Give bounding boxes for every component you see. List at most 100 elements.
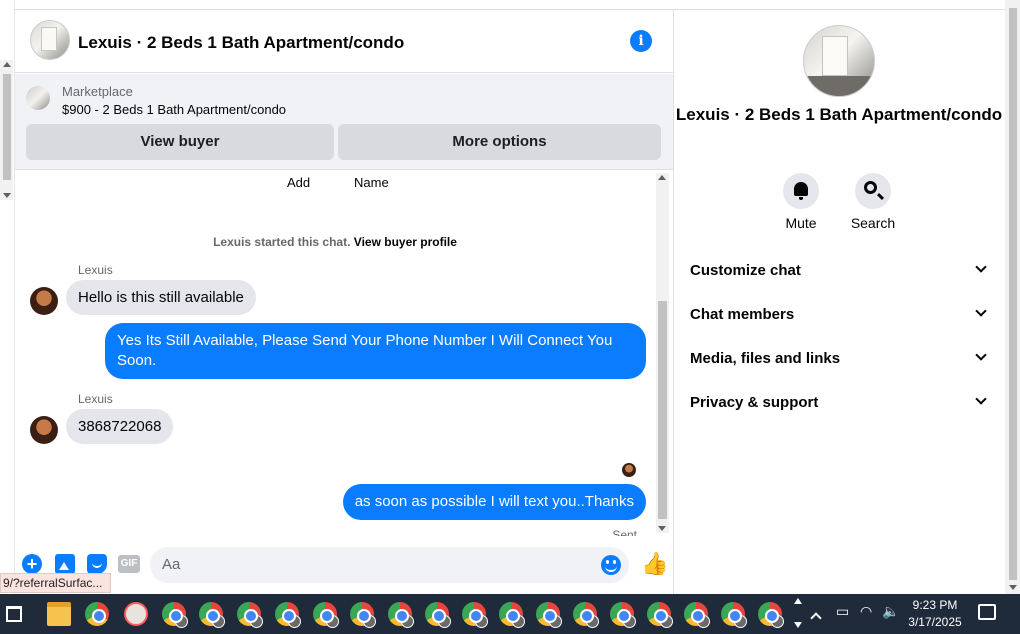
search-action[interactable]: Search (837, 173, 909, 231)
section-customize-chat[interactable]: Customize chat (690, 259, 990, 283)
search-label: Search (850, 215, 896, 231)
message-input[interactable]: Aa (150, 547, 629, 583)
plus-icon[interactable]: + (22, 554, 42, 574)
chrome-profile-icon[interactable] (313, 602, 339, 628)
scroll-down-arrow-icon[interactable] (1009, 585, 1017, 590)
profile-badge-icon (734, 615, 747, 628)
chrome-profile-icon[interactable] (610, 602, 636, 628)
system-clock[interactable]: 9:23 PM 3/17/2025 (900, 597, 970, 631)
profile-badge-icon (363, 615, 376, 628)
scroll-up-arrow-icon[interactable] (658, 175, 666, 180)
profile-badge-icon (288, 615, 301, 628)
chat-started-text: Lexuis started this chat. (213, 235, 351, 249)
profile-badge-icon (175, 615, 188, 628)
profile-badge-icon (549, 615, 562, 628)
view-buyer-profile-link[interactable]: View buyer profile (354, 235, 457, 249)
chrome-profile-icon[interactable] (684, 602, 710, 628)
section-label: Customize chat (690, 262, 801, 279)
mute-button[interactable] (783, 173, 819, 209)
taskbar-scroll-up-icon[interactable] (794, 598, 802, 604)
message-status: Sent (612, 528, 637, 536)
profile-badge-icon (771, 615, 784, 628)
chrome-profile-icon[interactable] (275, 602, 301, 628)
chrome-profile-icon[interactable] (647, 602, 673, 628)
section-label: Privacy & support (690, 394, 819, 411)
chat-title[interactable]: Lexuis · 2 Beds 1 Bath Apartment/condo (78, 33, 404, 53)
mute-action[interactable]: Mute (765, 173, 837, 231)
search-icon (864, 181, 877, 194)
chrome-profile-icon[interactable] (721, 602, 747, 628)
scroll-up-arrow-icon[interactable] (3, 62, 11, 67)
chrome-profile-icon[interactable] (199, 602, 225, 628)
chrome-profile-icon[interactable] (425, 602, 451, 628)
taskbar-scroll-down-icon[interactable] (794, 622, 802, 628)
thread-scrollbar[interactable] (656, 173, 669, 533)
scroll-down-arrow-icon[interactable] (658, 526, 666, 531)
notification-center-icon[interactable] (978, 604, 996, 620)
thumbs-up-icon[interactable]: 👍 (641, 553, 668, 575)
scrollbar-thumb[interactable] (1009, 8, 1017, 580)
clock-date: 3/17/2025 (908, 615, 962, 629)
partial-label: Name (354, 175, 389, 190)
message-bubble-incoming[interactable]: Hello is this still available (66, 280, 256, 315)
chrome-profile-icon[interactable] (237, 602, 263, 628)
gallery-icon[interactable] (55, 554, 75, 574)
top-divider (15, 0, 1005, 10)
scroll-down-arrow-icon[interactable] (3, 193, 11, 198)
chrome-profile-icon[interactable] (499, 602, 525, 628)
chrome-profile-icon[interactable] (350, 602, 376, 628)
section-label: Media, files and links (690, 350, 841, 367)
volume-icon[interactable]: 🔈 (882, 604, 899, 620)
search-button[interactable] (855, 173, 891, 209)
message-bubble-incoming[interactable]: 3868722068 (66, 409, 174, 444)
listing-description[interactable]: $900 - 2 Beds 1 Bath Apartment/condo (62, 102, 286, 117)
chrome-profile-icon[interactable] (462, 602, 488, 628)
section-media-files-links[interactable]: Media, files and links (690, 347, 990, 371)
gif-icon[interactable]: GIF (118, 555, 140, 573)
info-icon[interactable]: i (630, 30, 652, 52)
chevron-down-icon (975, 305, 987, 317)
snipping-tool-icon[interactable] (124, 602, 148, 626)
details-title: Lexuis · 2 Beds 1 Bath Apartment/condo (675, 105, 1003, 124)
chrome-profile-icon[interactable] (388, 602, 414, 628)
sticker-icon[interactable] (87, 554, 107, 574)
profile-badge-icon (212, 615, 225, 628)
profile-badge-icon (401, 615, 414, 628)
scrollbar-thumb[interactable] (658, 301, 667, 519)
background-scrollbar[interactable] (0, 60, 13, 200)
chrome-profile-icon[interactable] (758, 602, 784, 628)
chevron-down-icon (975, 349, 987, 361)
wifi-icon[interactable]: ◠ (860, 604, 872, 620)
message-bubble-outgoing[interactable]: Yes Its Still Available, Please Send You… (105, 323, 646, 379)
task-view-icon[interactable] (6, 606, 22, 622)
scrollbar-thumb[interactable] (3, 74, 11, 180)
message-composer: + GIF Aa 👍 (15, 540, 673, 588)
sender-avatar[interactable] (30, 416, 58, 444)
chrome-icon[interactable] (85, 602, 109, 626)
section-chat-members[interactable]: Chat members (690, 303, 990, 327)
profile-badge-icon (660, 615, 673, 628)
file-explorer-icon[interactable] (47, 602, 71, 626)
profile-badge-icon (586, 615, 599, 628)
profile-badge-icon (623, 615, 636, 628)
chrome-profile-icon[interactable] (536, 602, 562, 628)
profile-badge-icon (697, 615, 710, 628)
message-bubble-outgoing[interactable]: as soon as possible I will text you..Tha… (342, 484, 646, 520)
more-options-button[interactable]: More options (338, 124, 661, 160)
view-buyer-button[interactable]: View buyer (26, 124, 334, 160)
profile-badge-icon (326, 615, 339, 628)
chrome-profile-icon[interactable] (573, 602, 599, 628)
listing-avatar-large[interactable] (803, 25, 875, 97)
page-scrollbar[interactable] (1005, 0, 1020, 594)
listing-thumbnail[interactable] (26, 86, 50, 110)
sender-avatar[interactable] (30, 287, 58, 315)
listing-avatar[interactable] (30, 20, 70, 60)
chrome-profile-icon[interactable] (162, 602, 188, 628)
link-url-tooltip: 9/?referralSurfac... (0, 573, 112, 593)
section-privacy-support[interactable]: Privacy & support (690, 391, 990, 415)
chevron-down-icon (975, 393, 987, 405)
battery-icon[interactable]: ▭ (836, 604, 849, 620)
chat-panel: Lexuis · 2 Beds 1 Bath Apartment/condo i… (15, 10, 674, 596)
profile-badge-icon (512, 615, 525, 628)
emoji-icon[interactable] (601, 555, 621, 575)
